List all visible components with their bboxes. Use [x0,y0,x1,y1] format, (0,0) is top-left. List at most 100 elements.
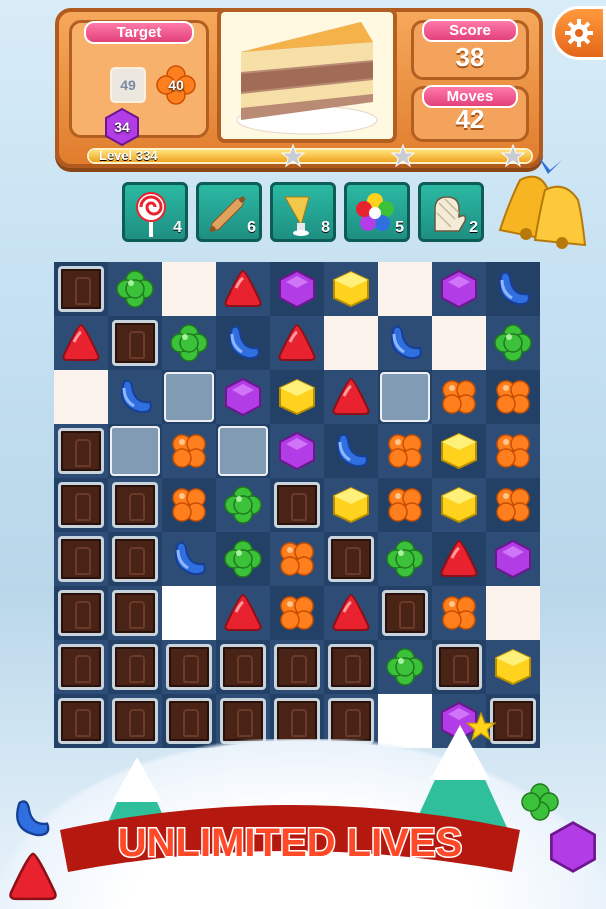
candy-cell[interactable] [216,316,270,370]
red-triangle-candy-icon [60,322,102,364]
chocolate-block[interactable] [324,640,378,694]
chocolate-block[interactable] [54,478,108,532]
candy-cell[interactable] [324,424,378,478]
chocolate-block[interactable] [216,640,270,694]
candy-cell[interactable] [162,532,216,586]
chocolate-block-icon [58,482,104,528]
candy-cell[interactable] [270,586,324,640]
top-panel: Target 49 40 34 Score 38 Moves 42 Level … [55,8,543,168]
booster-rolling-pin[interactable]: 6 [196,182,262,242]
banner-text: UNLIMITED LIVES [118,821,462,865]
chocolate-block[interactable] [162,640,216,694]
purple-hexagon-candy-icon [438,268,480,310]
orange-flower-candy-icon [384,484,426,526]
chocolate-block-icon [382,590,428,636]
chocolate-block[interactable] [432,640,486,694]
orange-flower-candy-icon [438,376,480,418]
candy-cell[interactable] [108,262,162,316]
candy-cell[interactable] [270,316,324,370]
candy-cell[interactable] [162,478,216,532]
red-triangle-candy-icon [222,592,264,634]
booster-lollipop[interactable]: 4 [122,182,188,242]
candy-cell[interactable] [378,640,432,694]
chocolate-block[interactable] [108,640,162,694]
ice-block[interactable] [216,424,270,478]
candy-cell[interactable] [270,424,324,478]
candy-cell[interactable] [432,424,486,478]
chocolate-block[interactable] [108,586,162,640]
ice-block[interactable] [162,370,216,424]
score-label: Score [422,19,518,42]
candy-cell[interactable] [216,586,270,640]
chocolate-block[interactable] [108,478,162,532]
candy-cell[interactable] [324,478,378,532]
empty-cell [324,316,378,370]
blue-bean-candy-icon [114,376,156,418]
booster-oven-mitt-count: 2 [469,219,478,236]
chocolate-block[interactable] [54,262,108,316]
ice-block-icon [380,372,430,422]
chocolate-block[interactable] [324,532,378,586]
candy-cell[interactable] [486,532,540,586]
game-board[interactable] [50,258,554,752]
candy-cell[interactable] [432,586,486,640]
chocolate-block[interactable] [54,640,108,694]
target-orange-count: 40 [168,77,184,93]
chocolate-block[interactable] [108,316,162,370]
candy-cell[interactable] [486,424,540,478]
purple-hexagon-candy-icon [550,821,596,873]
candy-cell[interactable] [324,586,378,640]
candy-cell[interactable] [324,370,378,424]
candy-cell[interactable] [216,478,270,532]
empty-cell [432,316,486,370]
ice-block[interactable] [378,370,432,424]
candy-cell[interactable] [432,370,486,424]
booster-lollipop-count: 4 [173,219,182,236]
chocolate-block[interactable] [54,424,108,478]
icing-bag-icon [284,196,310,236]
chocolate-block[interactable] [54,532,108,586]
candy-cell[interactable] [216,262,270,316]
ice-block[interactable] [108,424,162,478]
booster-oven-mitt[interactable]: 2 [418,182,484,242]
chocolate-block[interactable] [54,586,108,640]
booster-icing-bag[interactable]: 8 [270,182,336,242]
candy-cell[interactable] [486,640,540,694]
candy-cell[interactable] [486,478,540,532]
ice-block-icon [110,426,160,476]
chocolate-block[interactable] [270,478,324,532]
candy-cell[interactable] [108,370,162,424]
candy-cell[interactable] [486,262,540,316]
candy-cell[interactable] [216,532,270,586]
candy-cell[interactable] [270,370,324,424]
level-label: Level 334 [99,148,158,163]
candy-cell[interactable] [378,532,432,586]
progress-star-icon [391,144,415,168]
orange-flower-candy-icon [384,430,426,472]
candy-cell[interactable] [54,316,108,370]
candy-cell[interactable] [432,478,486,532]
candy-cell[interactable] [270,262,324,316]
settings-button[interactable] [552,6,606,60]
candy-cell[interactable] [378,478,432,532]
purple-hexagon-candy-icon [492,538,534,580]
candy-cell[interactable] [432,262,486,316]
chocolate-block[interactable] [378,586,432,640]
candy-cell[interactable] [378,316,432,370]
candy-cell[interactable] [432,532,486,586]
chocolate-block[interactable] [108,532,162,586]
candy-cell[interactable] [270,532,324,586]
red-triangle-candy-icon [330,376,372,418]
candy-cell[interactable] [162,424,216,478]
target-orange-candy: 40 [156,65,196,105]
candy-cell[interactable] [162,316,216,370]
candy-cell[interactable] [324,262,378,316]
empty-cell [162,586,216,640]
candy-cell[interactable] [486,316,540,370]
booster-rainbow-flower[interactable]: 5 [344,182,410,242]
candy-cell[interactable] [378,424,432,478]
chocolate-block[interactable] [270,640,324,694]
orange-flower-candy-icon [492,430,534,472]
candy-cell[interactable] [216,370,270,424]
candy-cell[interactable] [486,370,540,424]
